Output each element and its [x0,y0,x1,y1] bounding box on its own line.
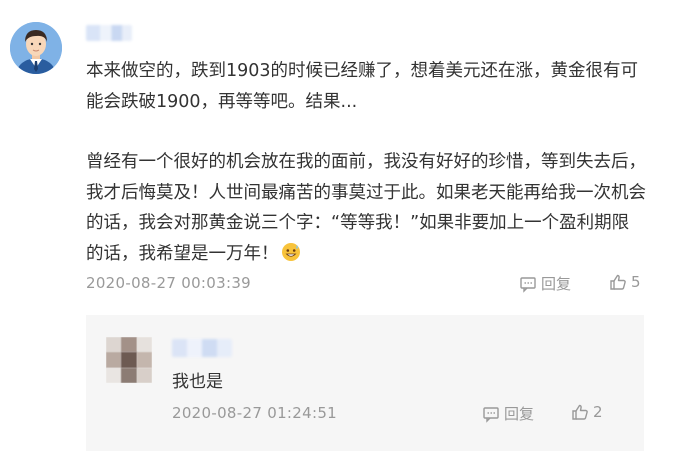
comment-body: 本来做空的，跌到1903的时候已经赚了，想着美元还在涨，黄金很有可能会跌破190… [86,56,646,269]
comment-timestamp: 2020-08-27 00:03:39 [86,274,252,292]
reply-meta: 2020-08-27 01:24:51 回复 2 [172,402,632,426]
reply-text: 我也是 [172,372,223,392]
reply-timestamp: 2020-08-27 01:24:51 [172,404,338,422]
reply-like-count: 2 [593,403,603,421]
reply-label: 回复 [541,275,572,293]
comment-meta: 2020-08-27 00:03:39 回复 5 [86,272,646,296]
reply-button[interactable]: 回复 [519,273,571,294]
thumbs-up-icon [609,273,627,291]
commenter-name-blurred[interactable] [86,25,132,41]
reply-like-button[interactable]: 2 [571,403,603,421]
comment-paragraph-1: 本来做空的，跌到1903的时候已经赚了，想着美元还在涨，黄金很有可能会跌破190… [86,61,639,112]
reply-reply-button[interactable]: 回复 [482,403,534,424]
comment-paragraph-2: 曾经有一个很好的机会放在我的面前，我没有好好的珍惜，等到失去后，我才后悔莫及！人… [86,147,646,269]
comment-bubble-icon [482,405,500,423]
sweat-grin-emoji-icon [281,242,301,262]
thumbs-up-icon [571,403,589,421]
like-count: 5 [631,273,641,291]
reply-thread: 我也是 2020-08-27 01:24:51 回复 2 [86,315,644,451]
comment-bubble-icon [519,275,537,293]
like-button[interactable]: 5 [609,273,641,291]
replier-avatar-blurred[interactable] [106,337,152,383]
commenter-avatar[interactable] [10,22,62,74]
comment-paragraph-2-text: 曾经有一个很好的机会放在我的面前，我没有好好的珍惜，等到失去后，我才后悔莫及！人… [86,152,646,264]
reply-reply-label: 回复 [504,405,535,423]
replier-name-blurred[interactable] [172,339,232,357]
